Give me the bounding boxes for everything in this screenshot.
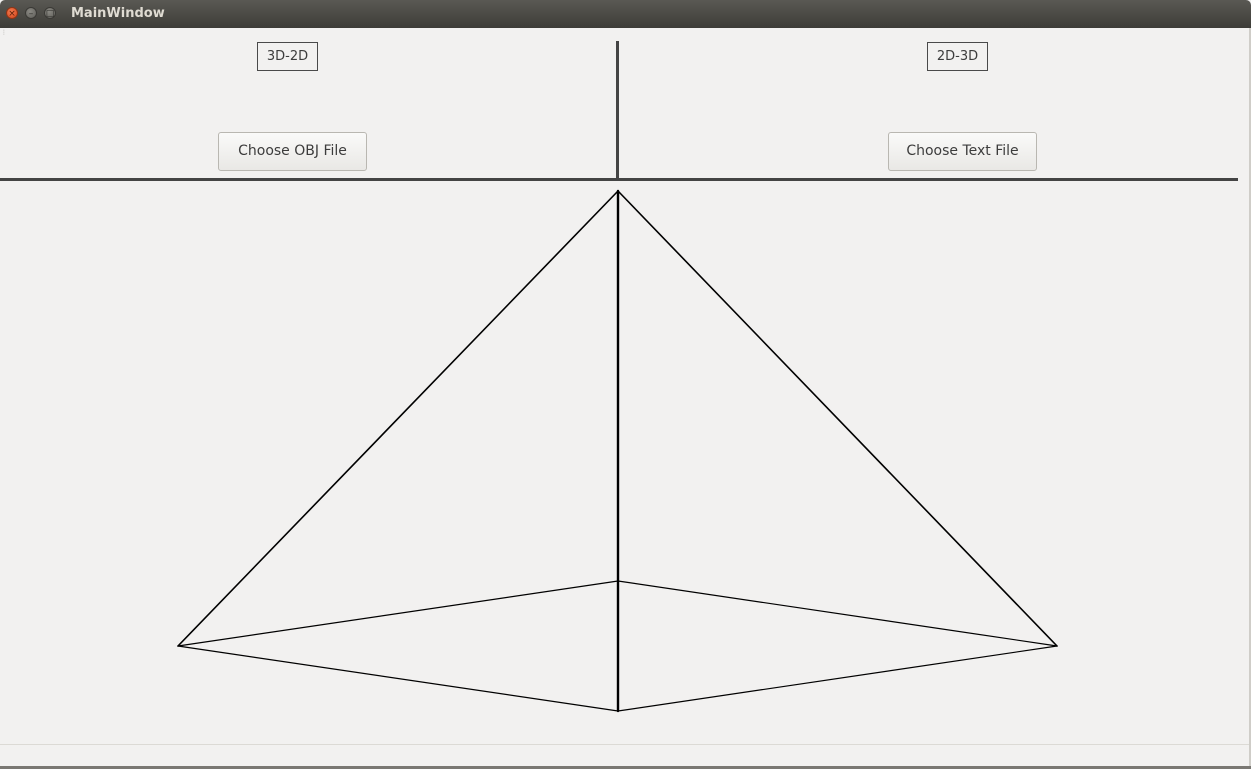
pyramid-wireframe — [177, 189, 1058, 713]
edge-base-left-back — [177, 580, 619, 647]
edge-base-front-right — [617, 645, 1058, 712]
edge-base-left-front — [177, 645, 619, 712]
status-bar — [0, 744, 1251, 766]
drawing-canvas — [177, 189, 1058, 713]
edge-apex-left — [177, 190, 619, 647]
main-window: × – □ MainWindow ⋮ 3D-2D Choose OBJ File… — [0, 0, 1251, 769]
edge-apex-right — [617, 190, 1058, 647]
edge-base-back-right — [617, 580, 1058, 647]
